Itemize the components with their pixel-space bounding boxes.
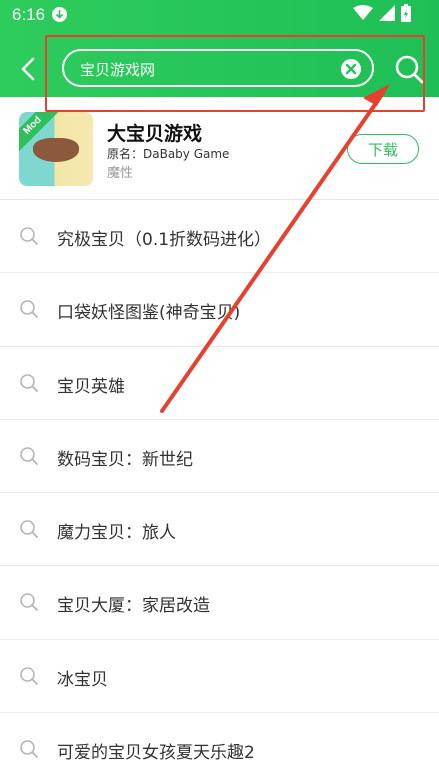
back-button[interactable] bbox=[12, 52, 46, 86]
suggestion-item[interactable]: 口袋妖怪图鉴(神奇宝贝) bbox=[0, 273, 439, 347]
suggestion-item[interactable]: 魔力宝贝：旅人 bbox=[0, 493, 439, 567]
search-icon bbox=[20, 666, 38, 685]
search-input-value: 宝贝游戏网 bbox=[80, 61, 156, 79]
app-title[interactable]: 大宝贝游戏 bbox=[107, 119, 202, 146]
download-button[interactable]: 下载 bbox=[347, 134, 419, 164]
search-icon bbox=[20, 447, 38, 465]
suggestion-item[interactable]: 宝贝英雄 bbox=[0, 347, 439, 420]
battery-charging-icon bbox=[401, 4, 411, 26]
status-icons bbox=[353, 4, 411, 26]
app-result-row[interactable]: Mod 大宝贝游戏 原名：DaBaby Game 魔性 下载 bbox=[0, 100, 439, 198]
clear-circle-icon[interactable] bbox=[340, 58, 362, 80]
suggestion-label: 究极宝贝（0.1折数码进化） bbox=[57, 230, 272, 250]
download-arrow-icon bbox=[52, 7, 67, 22]
header-bar: 6:16 宝贝游戏网 bbox=[0, 0, 439, 97]
suggestion-item[interactable]: 冰宝贝 bbox=[0, 640, 439, 714]
suggestion-item[interactable]: 可爱的宝贝女孩夏天乐趣2 bbox=[0, 713, 439, 780]
suggestion-label: 冰宝贝 bbox=[57, 669, 108, 690]
search-button[interactable] bbox=[392, 52, 426, 86]
suggestion-list: 究极宝贝（0.1折数码进化） 口袋妖怪图鉴(神奇宝贝) 宝贝英雄 数码宝贝：新世… bbox=[0, 199, 439, 780]
status-time: 6:16 bbox=[12, 5, 46, 24]
search-icon bbox=[20, 300, 38, 319]
app-original-name: 原名：DaBaby Game bbox=[107, 147, 230, 161]
app-category: 魔性 bbox=[107, 166, 134, 181]
search-icon bbox=[20, 373, 38, 392]
chevron-left-icon bbox=[21, 57, 35, 81]
app-icon-artwork bbox=[33, 138, 79, 162]
app-icon[interactable]: Mod bbox=[19, 112, 93, 186]
search-icon bbox=[20, 227, 38, 245]
wifi-icon bbox=[353, 5, 373, 25]
search-input[interactable]: 宝贝游戏网 bbox=[62, 49, 374, 87]
search-icon bbox=[20, 520, 38, 539]
suggestion-label: 魔力宝贝：旅人 bbox=[57, 523, 176, 544]
search-icon bbox=[395, 55, 424, 84]
suggestion-label: 宝贝英雄 bbox=[57, 376, 125, 397]
suggestion-label: 可爱的宝贝女孩夏天乐趣2 bbox=[57, 743, 255, 764]
suggestion-item[interactable]: 数码宝贝：新世纪 bbox=[0, 420, 439, 494]
suggestion-label: 宝贝大厦：家居改造 bbox=[57, 596, 210, 617]
search-icon bbox=[20, 593, 38, 612]
suggestion-label: 口袋妖怪图鉴(神奇宝贝) bbox=[57, 303, 241, 324]
suggestion-item[interactable]: 究极宝贝（0.1折数码进化） bbox=[0, 200, 439, 274]
signal-icon bbox=[379, 5, 395, 25]
suggestion-item[interactable]: 宝贝大厦：家居改造 bbox=[0, 566, 439, 640]
status-bar: 6:16 bbox=[0, 0, 439, 30]
search-icon bbox=[20, 740, 38, 758]
suggestion-label: 数码宝贝：新世纪 bbox=[57, 449, 193, 470]
